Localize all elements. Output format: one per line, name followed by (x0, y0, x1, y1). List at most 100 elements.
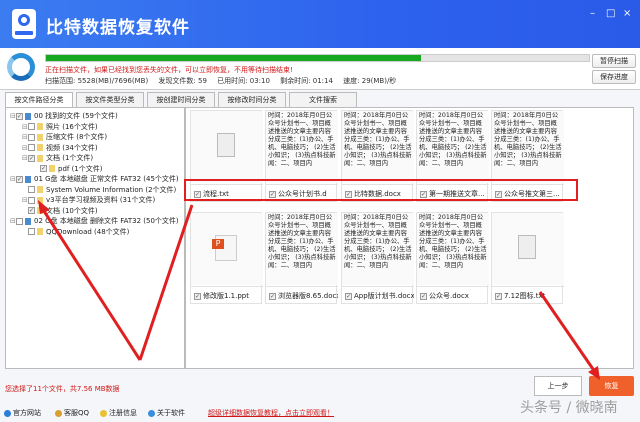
checkbox[interactable] (28, 144, 35, 151)
tab-by-path[interactable]: 按文件路径分类 (5, 92, 73, 107)
minimize-button[interactable]: – (590, 8, 595, 19)
pause-scan-button[interactable]: 暂停扫描 (592, 54, 636, 68)
file-card[interactable]: 时间：2018年月0日公众号计划书一、项目概述推送的文章主要内容分成三类：(1)… (341, 110, 413, 202)
tree-node[interactable]: ⊟压缩文件 (8个文件) (22, 132, 107, 142)
checkbox[interactable]: ✓ (16, 176, 23, 183)
file-label[interactable]: ✓浏览器版8.65.docx (266, 286, 338, 304)
folder-icon (37, 228, 43, 235)
app-title: 比特数据恢复软件 (46, 13, 190, 38)
close-button[interactable]: × (623, 8, 631, 19)
file-preview-text: 时间：2018年月0日公众号计划书一、项目概述推送的文章主要内容分成三类：(1)… (266, 111, 338, 183)
checkbox[interactable]: ✓ (16, 113, 23, 120)
file-card[interactable]: 时间：2018年月0日公众号计划书一、项目概述推送的文章主要内容分成三类：(1)… (341, 212, 413, 304)
tab-by-type[interactable]: 按文件类型分类 (76, 92, 144, 107)
tree-node-label: v3平台学习视频及资料 (31个文件) (46, 196, 155, 204)
checkbox[interactable]: ✓ (495, 293, 502, 300)
file-name: 浏览器版8.65.docx (278, 292, 338, 300)
tree-node-label: 照片 (16个文件) (46, 123, 98, 131)
file-preview (191, 213, 263, 285)
checkbox[interactable] (28, 228, 35, 235)
tree-node[interactable]: ⊟视频 (34个文件) (22, 143, 98, 153)
tree-node[interactable]: ⊟✓文档 (1个文件) (22, 153, 93, 163)
file-card[interactable]: ✓流程.txt (190, 110, 262, 202)
about-link[interactable]: 关于软件 (148, 408, 185, 418)
file-label[interactable]: ✓比特数据.docx (342, 184, 414, 202)
checkbox[interactable]: ✓ (420, 293, 427, 300)
file-name: 公众号计划书.d (278, 190, 327, 198)
support-qq-link[interactable]: 客服QQ (55, 408, 89, 418)
file-label[interactable]: ✓公众号推文第三... (492, 184, 564, 202)
file-card[interactable]: 时间：2018年月0日公众号计划书一、项目概述推送的文章主要内容分成三类：(1)… (416, 110, 488, 202)
file-label[interactable]: ✓7.12图标.txt (492, 286, 564, 304)
file-label[interactable]: ✓App版计划书.docx (342, 286, 414, 304)
maximize-button[interactable]: □ (606, 8, 615, 19)
file-label[interactable]: ✓修改版1.1.ppt (191, 286, 263, 304)
checkbox[interactable]: ✓ (345, 293, 352, 300)
file-label[interactable]: ✓公众号.docx (417, 286, 489, 304)
checkbox[interactable]: ✓ (345, 191, 352, 198)
tree-node[interactable]: QQDownload (48个文件) (22, 227, 129, 237)
file-name: 第一期推送文章... (429, 190, 485, 198)
official-site-link[interactable]: 官方网站 (4, 408, 41, 418)
folder-icon (37, 207, 43, 214)
checkbox[interactable]: ✓ (28, 155, 35, 162)
tutorial-link[interactable]: 超级详细数据恢复教程，点击立即观看！ (208, 408, 334, 418)
tree-node[interactable]: ⊟✓01 G盘 本地磁盘 正常文件 FAT32 (45个文件) (10, 174, 179, 184)
register-info-link[interactable]: 注册信息 (100, 408, 137, 418)
file-card[interactable]: 时间：2018年月0日公众号计划书一、项目概述推送的文章主要内容分成三类：(1)… (265, 212, 337, 304)
file-preview (492, 213, 564, 285)
title-bar: 比特数据恢复软件 – □ × (0, 0, 640, 48)
file-preview-text: 时间：2018年月0日公众号计划书一、项目概述推送的文章主要内容分成三类：(1)… (342, 213, 414, 285)
tab-by-modified[interactable]: 按修改时间分类 (218, 92, 286, 107)
file-name: 7.12图标.txt (504, 292, 545, 300)
tree-node[interactable]: ⊟02 G盘 本地磁盘 删除文件 FAT32 (50个文件) (10, 216, 179, 226)
folder-icon (37, 155, 43, 162)
previous-step-button[interactable]: 上一步 (534, 376, 582, 396)
checkbox[interactable]: ✓ (40, 165, 47, 172)
file-card[interactable]: 时间：2018年月0日公众号计划书一、项目概述推送的文章主要内容分成三类：(1)… (416, 212, 488, 304)
checkbox[interactable] (16, 218, 23, 225)
checkbox[interactable] (28, 186, 35, 193)
checkbox[interactable]: ✓ (194, 191, 201, 198)
tree-node-label: 视频 (34个文件) (46, 144, 98, 152)
tree-node[interactable]: ⊟照片 (16个文件) (22, 122, 98, 132)
checkbox[interactable]: ✓ (495, 191, 502, 198)
recover-button[interactable]: 恢复 (589, 376, 634, 396)
qq-icon (55, 410, 62, 417)
scan-stats: 扫描范围: 5528(MB)/7696(MB) 发现文件数: 59 已用时间: … (45, 76, 404, 86)
file-label[interactable]: ✓流程.txt (191, 184, 263, 202)
file-card[interactable]: 时间：2018年月0日公众号计划书一、项目概述推送的文章主要内容分成三类：(1)… (491, 110, 563, 202)
checkbox[interactable]: ✓ (269, 293, 276, 300)
tree-node-label: 文档 (1个文件) (46, 154, 93, 162)
checkbox[interactable]: ✓ (269, 191, 276, 198)
tree-node[interactable]: ⊟✓00 找到的文件 (59个文件) (10, 111, 118, 121)
globe-icon (4, 410, 11, 417)
tab-by-created[interactable]: 按创建时间分类 (147, 92, 215, 107)
folder-icon (37, 123, 43, 130)
tab-file-search[interactable]: 文件搜索 (289, 92, 357, 107)
scan-speed: 速度: 29(MB)/秒 (343, 77, 396, 85)
checkbox[interactable]: ✓ (194, 293, 201, 300)
scan-progress-bar (45, 54, 590, 62)
checkbox[interactable] (28, 123, 35, 130)
file-card[interactable]: ✓7.12图标.txt (491, 212, 563, 304)
checkbox[interactable]: ✓ (28, 207, 35, 214)
drive-icon (25, 218, 31, 225)
checkbox[interactable]: ✓ (420, 191, 427, 198)
tree-node[interactable]: ✓文档 (10个文件) (22, 206, 98, 216)
file-card[interactable]: ✓修改版1.1.ppt (190, 212, 262, 304)
info-icon (148, 410, 155, 417)
checkbox[interactable] (28, 134, 35, 141)
tree-node-label: 01 G盘 本地磁盘 正常文件 FAT32 (45个文件) (34, 175, 179, 183)
checkbox[interactable] (28, 197, 35, 204)
tree-node[interactable]: ✓pdf (1个文件) (34, 164, 103, 174)
tree-node[interactable]: System Volume Information (2个文件) (22, 185, 176, 195)
file-card[interactable]: 时间：2018年月0日公众号计划书一、项目概述推送的文章主要内容分成三类：(1)… (265, 110, 337, 202)
save-progress-button[interactable]: 保存进度 (592, 70, 636, 84)
file-label[interactable]: ✓公众号计划书.d (266, 184, 338, 202)
file-name: App版计划书.docx (354, 292, 414, 300)
file-label[interactable]: ✓第一期推送文章... (417, 184, 489, 202)
folder-icon (37, 186, 43, 193)
tree-node[interactable]: ⊟v3平台学习视频及资料 (31个文件) (22, 195, 155, 205)
about-label: 关于软件 (157, 409, 185, 417)
